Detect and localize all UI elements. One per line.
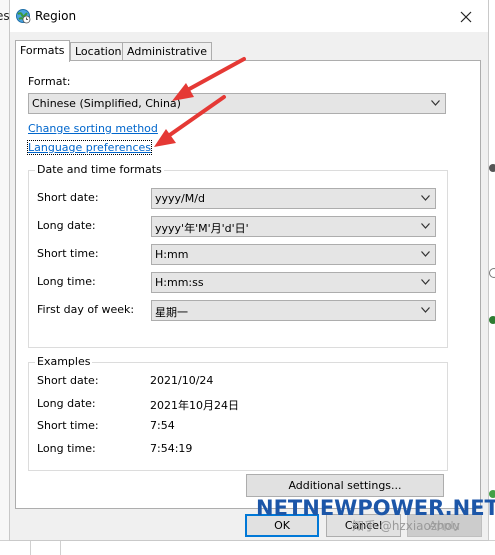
short-date-dropdown[interactable]: yyyy/M/d <box>151 188 436 209</box>
globe-clock-icon <box>16 9 31 24</box>
close-button[interactable] <box>444 0 488 32</box>
example-short-time-label: Short time: <box>37 419 99 432</box>
short-time-value: H:mm <box>155 248 189 261</box>
long-time-value: H:mm:ss <box>155 276 204 289</box>
date-time-formats-group: Date and time formats Short date: yyyy/M… <box>28 163 448 348</box>
example-short-date-label: Short date: <box>37 374 99 387</box>
example-long-time-label: Long time: <box>37 442 96 455</box>
short-time-label: Short time: <box>37 247 99 260</box>
long-time-dropdown[interactable]: H:mm:ss <box>151 272 436 293</box>
background-icon <box>489 268 495 278</box>
chevron-down-icon <box>421 195 430 201</box>
change-sorting-method-link[interactable]: Change sorting method <box>28 122 158 135</box>
background-window-bottom <box>0 540 495 555</box>
first-day-of-week-dropdown[interactable]: 星期一 <box>151 300 436 321</box>
first-day-of-week-label: First day of week: <box>37 303 135 316</box>
short-date-label: Short date: <box>37 191 99 204</box>
dialog-title: Region <box>35 9 77 23</box>
tab-location[interactable]: Location <box>70 42 127 61</box>
chevron-down-icon <box>421 279 430 285</box>
example-long-date-label: Long date: <box>37 397 96 410</box>
annotation-arrows <box>154 57 246 147</box>
format-label: Format: <box>28 75 71 88</box>
example-short-time-value: 7:54 <box>150 419 175 432</box>
examples-group: Examples Short date: 2021/10/24 Long dat… <box>28 355 448 471</box>
long-date-dropdown[interactable]: yyyy'年'M'月'd'日' <box>151 216 436 237</box>
example-long-time-value: 7:54:19 <box>150 442 193 455</box>
red-arrow-icon <box>172 57 246 101</box>
chevron-down-icon <box>431 100 440 106</box>
zhihu-watermark: 知乎 @hzxiaozhou <box>352 519 460 533</box>
long-date-value: yyyy'年'M'月'd'日' <box>155 222 249 235</box>
chevron-down-icon <box>421 251 430 257</box>
group-title: Date and time formats <box>35 163 164 176</box>
tab-formats[interactable]: Formats <box>15 40 70 62</box>
red-arrow-icon <box>154 95 226 147</box>
example-long-date-value: 2021年10月24日 <box>150 399 239 412</box>
background-icon <box>489 316 495 324</box>
group-title: Examples <box>35 355 93 368</box>
title-bar[interactable]: Region <box>10 0 488 32</box>
short-time-dropdown[interactable]: H:mm <box>151 244 436 265</box>
background-column-divider <box>30 541 31 555</box>
language-preferences-link[interactable]: Language preferences <box>26 140 153 155</box>
first-day-of-week-value: 星期一 <box>155 306 188 319</box>
background-column-divider <box>60 541 61 555</box>
close-icon <box>460 11 472 22</box>
short-date-value: yyyy/M/d <box>155 192 205 205</box>
chevron-down-icon <box>421 223 430 229</box>
chevron-down-icon <box>421 307 430 313</box>
background-icon <box>489 164 495 172</box>
example-short-date-value: 2021/10/24 <box>150 374 214 387</box>
long-date-label: Long date: <box>37 219 96 232</box>
long-time-label: Long time: <box>37 275 96 288</box>
additional-settings-button[interactable]: Additional settings... <box>246 474 444 497</box>
